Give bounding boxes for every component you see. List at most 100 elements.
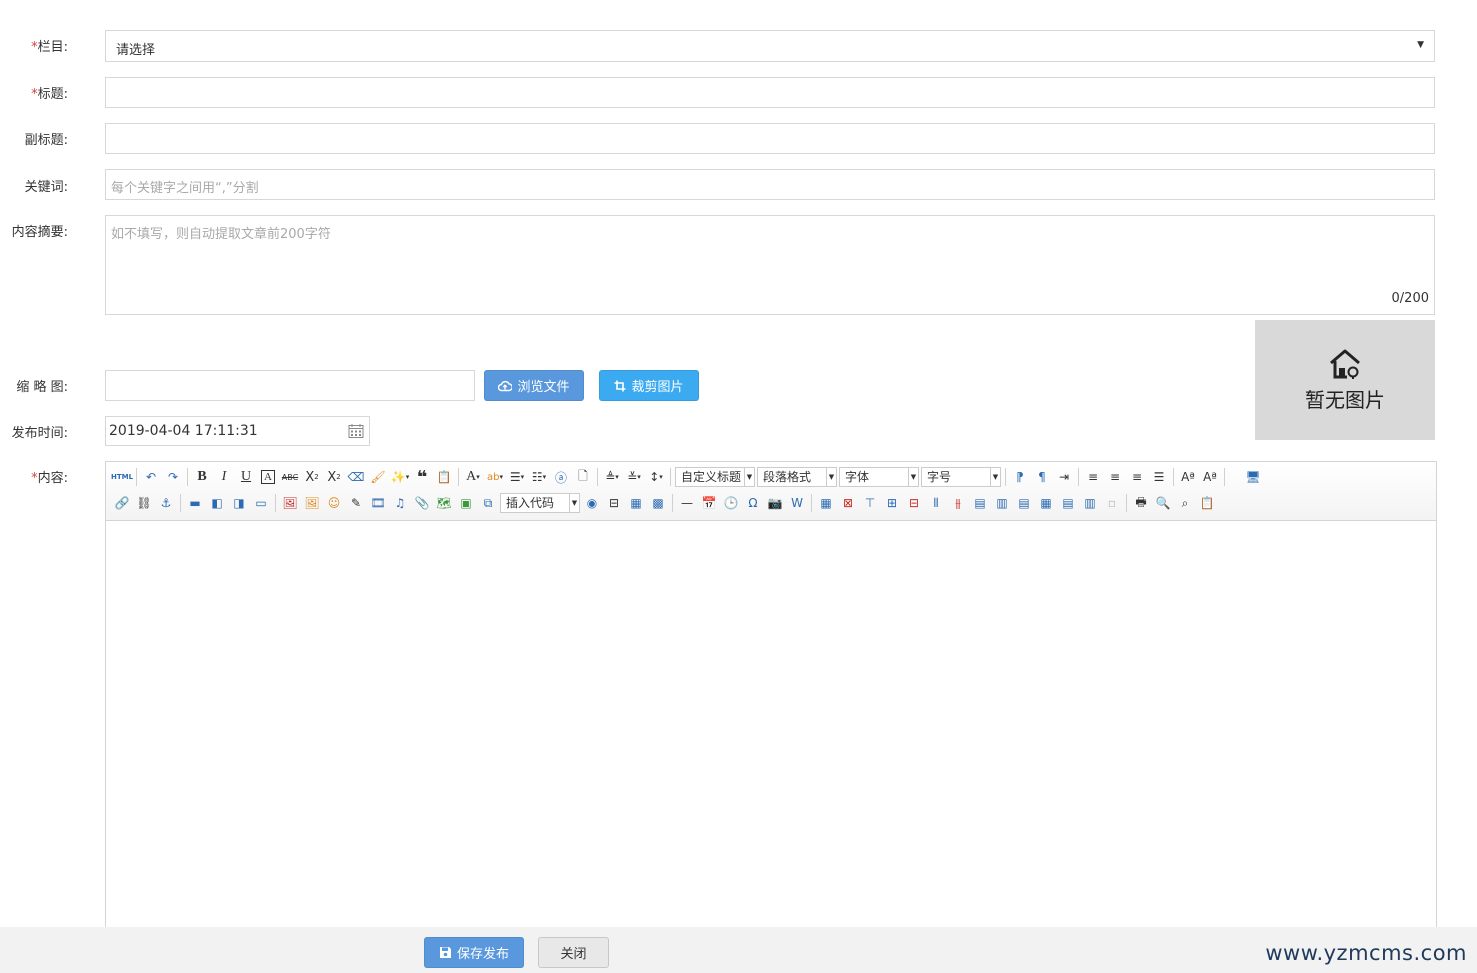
search-replace-icon[interactable]: ⌕ (1174, 492, 1196, 514)
spechars-icon[interactable]: Ω (742, 492, 764, 514)
snapscreen-icon[interactable]: 📷 (764, 492, 786, 514)
webapp-icon[interactable]: ◉ (581, 492, 603, 514)
split-to-rows-icon[interactable]: ▤ (1057, 492, 1079, 514)
unlink-icon[interactable]: ⛓ (133, 492, 155, 514)
font-size-combo[interactable]: 字号 ▼ (921, 467, 1001, 487)
unordered-list-icon[interactable]: ☷ ▾ (528, 466, 550, 488)
calendar-icon[interactable] (348, 423, 364, 439)
merge-right-icon[interactable]: ▥ (991, 492, 1013, 514)
redo-icon[interactable]: ↷ (162, 466, 184, 488)
preview-icon[interactable]: 🔍 (1152, 492, 1174, 514)
summary-textarea[interactable]: 如不填写，则自动提取文章前200字符 0/200 (105, 215, 1435, 315)
justify-right-icon[interactable]: ≡ (1126, 466, 1148, 488)
merge-cells-icon[interactable]: ▤ (969, 492, 991, 514)
indent-icon[interactable]: ⇥ (1053, 466, 1075, 488)
anchor-icon[interactable]: ⚓ (155, 492, 177, 514)
insert-row-icon[interactable]: ⊞ (881, 492, 903, 514)
thumbnail-input[interactable] (105, 370, 475, 401)
undo-icon[interactable]: ↶ (140, 466, 162, 488)
insert-paragraph-before-table-icon[interactable]: ⊤ (859, 492, 881, 514)
split-to-cells-icon[interactable]: ▦ (1035, 492, 1057, 514)
gmap-icon[interactable]: ▣ (455, 492, 477, 514)
blockquote-icon[interactable]: ❝ (411, 466, 433, 488)
tolowercase-icon[interactable]: Aª (1199, 466, 1221, 488)
wordimage-icon[interactable]: W (786, 492, 808, 514)
scrawl-icon[interactable]: ✎ (345, 492, 367, 514)
fullscreen-icon[interactable]: 🖥 (1242, 466, 1264, 488)
browse-file-label: 浏览文件 (517, 380, 570, 395)
thumbnail-preview: 暂无图片 (1255, 320, 1435, 440)
category-select[interactable]: 请选择 ▼ (105, 30, 1435, 62)
keywords-input[interactable]: 每个关键字之间用“,”分割 (105, 169, 1435, 200)
image-none-icon[interactable]: ▬ (184, 492, 206, 514)
crop-image-button[interactable]: 裁剪图片 (599, 370, 699, 401)
bold-icon[interactable]: B (191, 466, 213, 488)
pagebreak-icon[interactable]: ⊟ (603, 492, 625, 514)
custom-title-combo[interactable]: 自定义标题 ▼ (675, 467, 755, 487)
ordered-list-icon[interactable]: ☰ ▾ (506, 466, 528, 488)
line-height-icon[interactable]: ↕ ▾ (645, 466, 667, 488)
background-icon[interactable]: ▩ (647, 492, 669, 514)
editor-content-area[interactable] (106, 521, 1436, 926)
select-all-icon[interactable]: ⓐ (550, 466, 572, 488)
delete-table-icon[interactable]: ⊠ (837, 492, 859, 514)
print-icon[interactable]: 🖶 (1130, 492, 1152, 514)
map-icon[interactable]: 🗺 (433, 492, 455, 514)
date-icon[interactable]: 📅 (698, 492, 720, 514)
save-publish-button[interactable]: 保存发布 (424, 937, 524, 968)
delete-row-icon[interactable]: ⊟ (903, 492, 925, 514)
clear-doc-icon[interactable]: 🗋 (572, 466, 594, 488)
paste-plain-icon[interactable]: 📋 (433, 466, 455, 488)
insert-image-icon[interactable]: 🖼 (301, 492, 323, 514)
paragraph-format-combo[interactable]: 段落格式 ▼ (757, 467, 837, 487)
forecolor-icon[interactable]: A ▾ (462, 466, 484, 488)
insert-video-icon[interactable]: 🎞 (367, 492, 389, 514)
row-spacing-bottom-icon[interactable]: ≚ ▾ (623, 466, 645, 488)
italic-icon[interactable]: I (213, 466, 235, 488)
close-button[interactable]: 关闭 (538, 937, 609, 968)
charts-icon[interactable]: ▫ (1101, 492, 1123, 514)
image-center-icon[interactable]: ▭ (250, 492, 272, 514)
drafts-icon[interactable]: 📋 (1196, 492, 1218, 514)
rtl-icon[interactable]: ¶ (1031, 466, 1053, 488)
horizontal-icon[interactable]: — (676, 492, 698, 514)
link-icon[interactable]: 🔗 (111, 492, 133, 514)
justify-full-icon[interactable]: ☰ (1148, 466, 1170, 488)
delete-col-icon[interactable]: ⫵ (947, 492, 969, 514)
split-to-cols-icon[interactable]: ▥ (1079, 492, 1101, 514)
remove-format-icon[interactable]: ⌫ (345, 466, 367, 488)
image-left-icon[interactable]: ◧ (206, 492, 228, 514)
merge-down-icon[interactable]: ▤ (1013, 492, 1035, 514)
insert-frame-icon[interactable]: ⧉ (477, 492, 499, 514)
subtitle-label: 副标题: (24, 133, 68, 148)
html-icon[interactable]: HTML (111, 466, 133, 488)
music-icon[interactable]: ♫ (389, 492, 411, 514)
insert-col-icon[interactable]: ⫴ (925, 492, 947, 514)
publish-time-input[interactable]: 2019-04-04 17:11:31 (105, 416, 370, 446)
ltr-icon[interactable]: ⁋ (1009, 466, 1031, 488)
auto-typeset-icon[interactable]: ✨ ▾ (389, 466, 411, 488)
subscript-icon[interactable]: X2 (323, 466, 345, 488)
justify-left-icon[interactable]: ≡ (1082, 466, 1104, 488)
insert-table-icon[interactable]: ▦ (815, 492, 837, 514)
strikethrough-icon[interactable]: ABC (279, 466, 301, 488)
underline-icon[interactable]: U (235, 466, 257, 488)
template-icon[interactable]: ▦ (625, 492, 647, 514)
image-right-icon[interactable]: ◨ (228, 492, 250, 514)
emotion-icon[interactable]: ☺ (323, 492, 345, 514)
subtitle-input[interactable] (105, 123, 1435, 154)
insert-code-combo[interactable]: 插入代码 ▼ (500, 493, 580, 513)
title-input[interactable] (105, 77, 1435, 108)
format-match-icon[interactable]: 🖌 (367, 466, 389, 488)
superscript-icon[interactable]: X2 (301, 466, 323, 488)
touppercase-icon[interactable]: Aª (1177, 466, 1199, 488)
time-icon[interactable]: 🕒 (720, 492, 742, 514)
backcolor-icon[interactable]: ab ▾ (484, 466, 506, 488)
row-spacing-top-icon[interactable]: ≜ ▾ (601, 466, 623, 488)
font-border-icon[interactable]: A (257, 466, 279, 488)
attachment-icon[interactable]: 📎 (411, 492, 433, 514)
font-family-combo[interactable]: 字体 ▼ (839, 467, 919, 487)
simple-upload-icon[interactable]: 🖼 (279, 492, 301, 514)
browse-file-button[interactable]: 浏览文件 (484, 370, 584, 401)
justify-center-icon[interactable]: ≡ (1104, 466, 1126, 488)
